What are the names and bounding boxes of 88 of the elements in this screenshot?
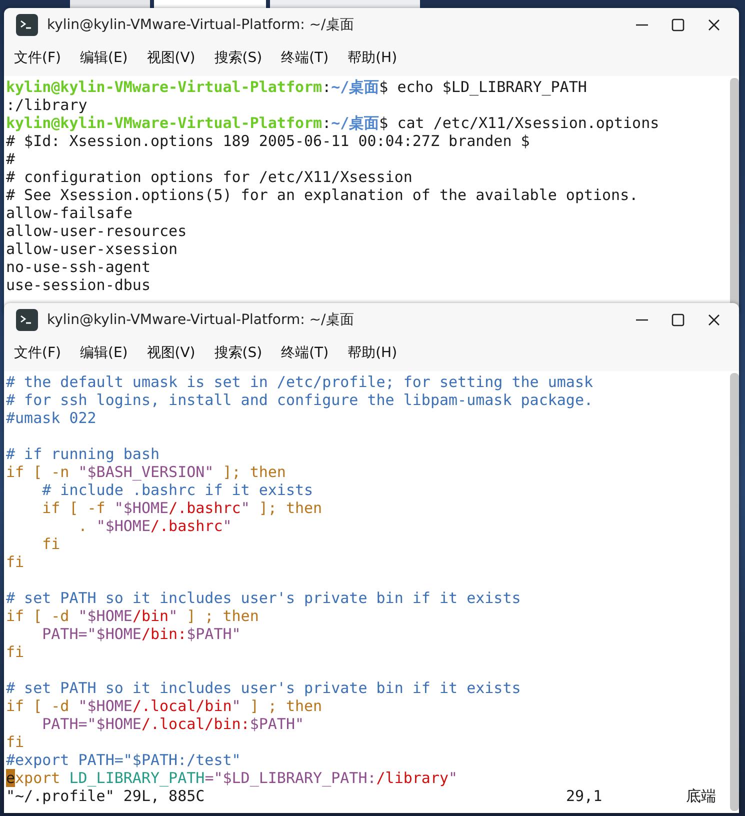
terminal-text: use-session-dbus (6, 276, 150, 294)
terminal-text: # See Xsession.options(5) for an explanation of the available options. (6, 186, 638, 204)
terminal-text: allow-failsafe (6, 204, 132, 222)
menu-item[interactable]: 文件(F) (14, 344, 61, 362)
code-string: $PATH" (186, 625, 241, 643)
code-string: " (448, 769, 458, 787)
prompt-path: ~/桌面 (331, 78, 380, 96)
code-string: " (240, 499, 250, 517)
text-cursor: e (6, 769, 16, 787)
code-string: " (168, 607, 178, 625)
code-path: /bin: (141, 625, 187, 643)
code-keyword: if [ -f (41, 499, 106, 517)
code-keyword: ]; then (258, 499, 322, 517)
code-string: $PATH" (250, 715, 304, 733)
code-path: /.local/bin: (141, 715, 250, 733)
code-variable: LD_LIBRARY_PATH (69, 769, 205, 787)
terminal-text: $ cat /etc/X11/Xsession.options (379, 114, 660, 132)
code-string: " (222, 517, 232, 535)
code-keyword: if [ -d (6, 607, 70, 625)
code-comment: # the default umask is set in /etc/profile; for setting the umask (6, 373, 593, 391)
window-title: kylin@kylin-VMware-Virtual-Platform: ~/桌面 (47, 16, 355, 34)
code-string: "$HOME (78, 697, 132, 715)
code-keyword: ] ; then (248, 697, 322, 715)
code-path: /bin (132, 607, 169, 625)
terminal-text: # (6, 150, 16, 168)
code-keyword: fi (6, 553, 24, 571)
terminal-text: :/library (6, 96, 88, 114)
code-comment: # if running bash (6, 445, 160, 463)
terminal-text: allow-user-xsession (6, 240, 178, 258)
code-keyword: if [ -n (6, 463, 70, 481)
terminal-icon (16, 309, 38, 331)
terminal-text: : (322, 114, 332, 132)
code-keyword: xport (15, 769, 62, 787)
terminal-text: # configuration options for /etc/X11/Xsession (6, 168, 412, 186)
code-keyword: if [ -d (6, 697, 70, 715)
code-string: "$HOME (78, 607, 132, 625)
code-comment: #export PATH="$PATH:/test" (6, 751, 241, 769)
code-keyword: ]; then (222, 463, 286, 481)
prompt-user: kylin@kylin-VMware-Virtual-Platform (6, 78, 322, 96)
code-path: /.bashrc (168, 499, 241, 517)
menu-item[interactable]: 终端(T) (281, 344, 329, 362)
code-string: PATH="$HOME (41, 625, 142, 643)
terminal-text: allow-user-resources (6, 222, 187, 240)
menu-item[interactable]: 视图(V) (146, 344, 196, 362)
close-icon[interactable] (707, 18, 721, 32)
code-path: /.local/bin (132, 697, 232, 715)
code-path: /library (376, 769, 449, 787)
menu-item[interactable]: 搜索(S) (214, 344, 262, 362)
code-string: " (232, 697, 241, 715)
code-comment: # include .bashrc if it exists (41, 481, 314, 499)
menu-item[interactable]: 终端(T) (281, 49, 329, 67)
code-keyword: fi (6, 643, 24, 661)
code-string: "$HOME (96, 517, 150, 535)
scroll-position: 底端 (686, 787, 716, 805)
code-string: "$HOME (114, 499, 169, 517)
code-comment: # set PATH so it includes user's private bin if it exists (6, 679, 521, 697)
menu-item[interactable]: 编辑(E) (80, 344, 128, 362)
code-string: "$BASH_VERSION" (78, 463, 214, 481)
terminal-text: $ echo $LD_LIBRARY_PATH (379, 78, 587, 96)
code-comment: #umask 022 (6, 409, 96, 427)
code-comment: # for ssh logins, install and configure the libpam-umask package. (6, 391, 593, 409)
terminal-icon (16, 14, 38, 36)
code-keyword: fi (6, 733, 24, 751)
close-icon[interactable] (707, 313, 721, 327)
menu-item[interactable]: 视图(V) (146, 49, 196, 67)
cursor-position: 29,1 (566, 787, 602, 805)
code-keyword: fi (41, 535, 60, 553)
prompt-user: kylin@kylin-VMware-Virtual-Platform (6, 114, 322, 132)
menu-item[interactable]: 帮助(H) (348, 49, 398, 67)
prompt-path: ~/桌面 (331, 114, 380, 132)
code-string: PATH="$HOME (41, 715, 142, 733)
code-string: ="$LD_LIBRARY_PATH: (204, 769, 376, 787)
menu-item[interactable]: 编辑(E) (80, 49, 128, 67)
code-keyword: . (77, 517, 88, 535)
menu-item[interactable]: 帮助(H) (348, 344, 398, 362)
menu-item[interactable]: 搜索(S) (214, 49, 262, 67)
terminal-text: # $Id: Xsession.options 189 2005-06-11 00:04:27Z branden $ (6, 132, 530, 150)
code-path: /.bashrc (150, 517, 223, 535)
maximize-icon[interactable] (671, 18, 685, 32)
menu-item[interactable]: 文件(F) (14, 49, 61, 67)
terminal-text: : (322, 78, 332, 96)
window-title: kylin@kylin-VMware-Virtual-Platform: ~/桌面 (47, 311, 355, 329)
code-keyword: ] ; then (186, 607, 259, 625)
scrollbar[interactable] (730, 373, 739, 811)
code-comment: # set PATH so it includes user's private bin if it exists (6, 589, 521, 607)
maximize-icon[interactable] (671, 313, 685, 327)
status-text: "~/.profile" 29L, 885C (6, 787, 205, 805)
terminal-text: no-use-ssh-agent (6, 258, 150, 276)
